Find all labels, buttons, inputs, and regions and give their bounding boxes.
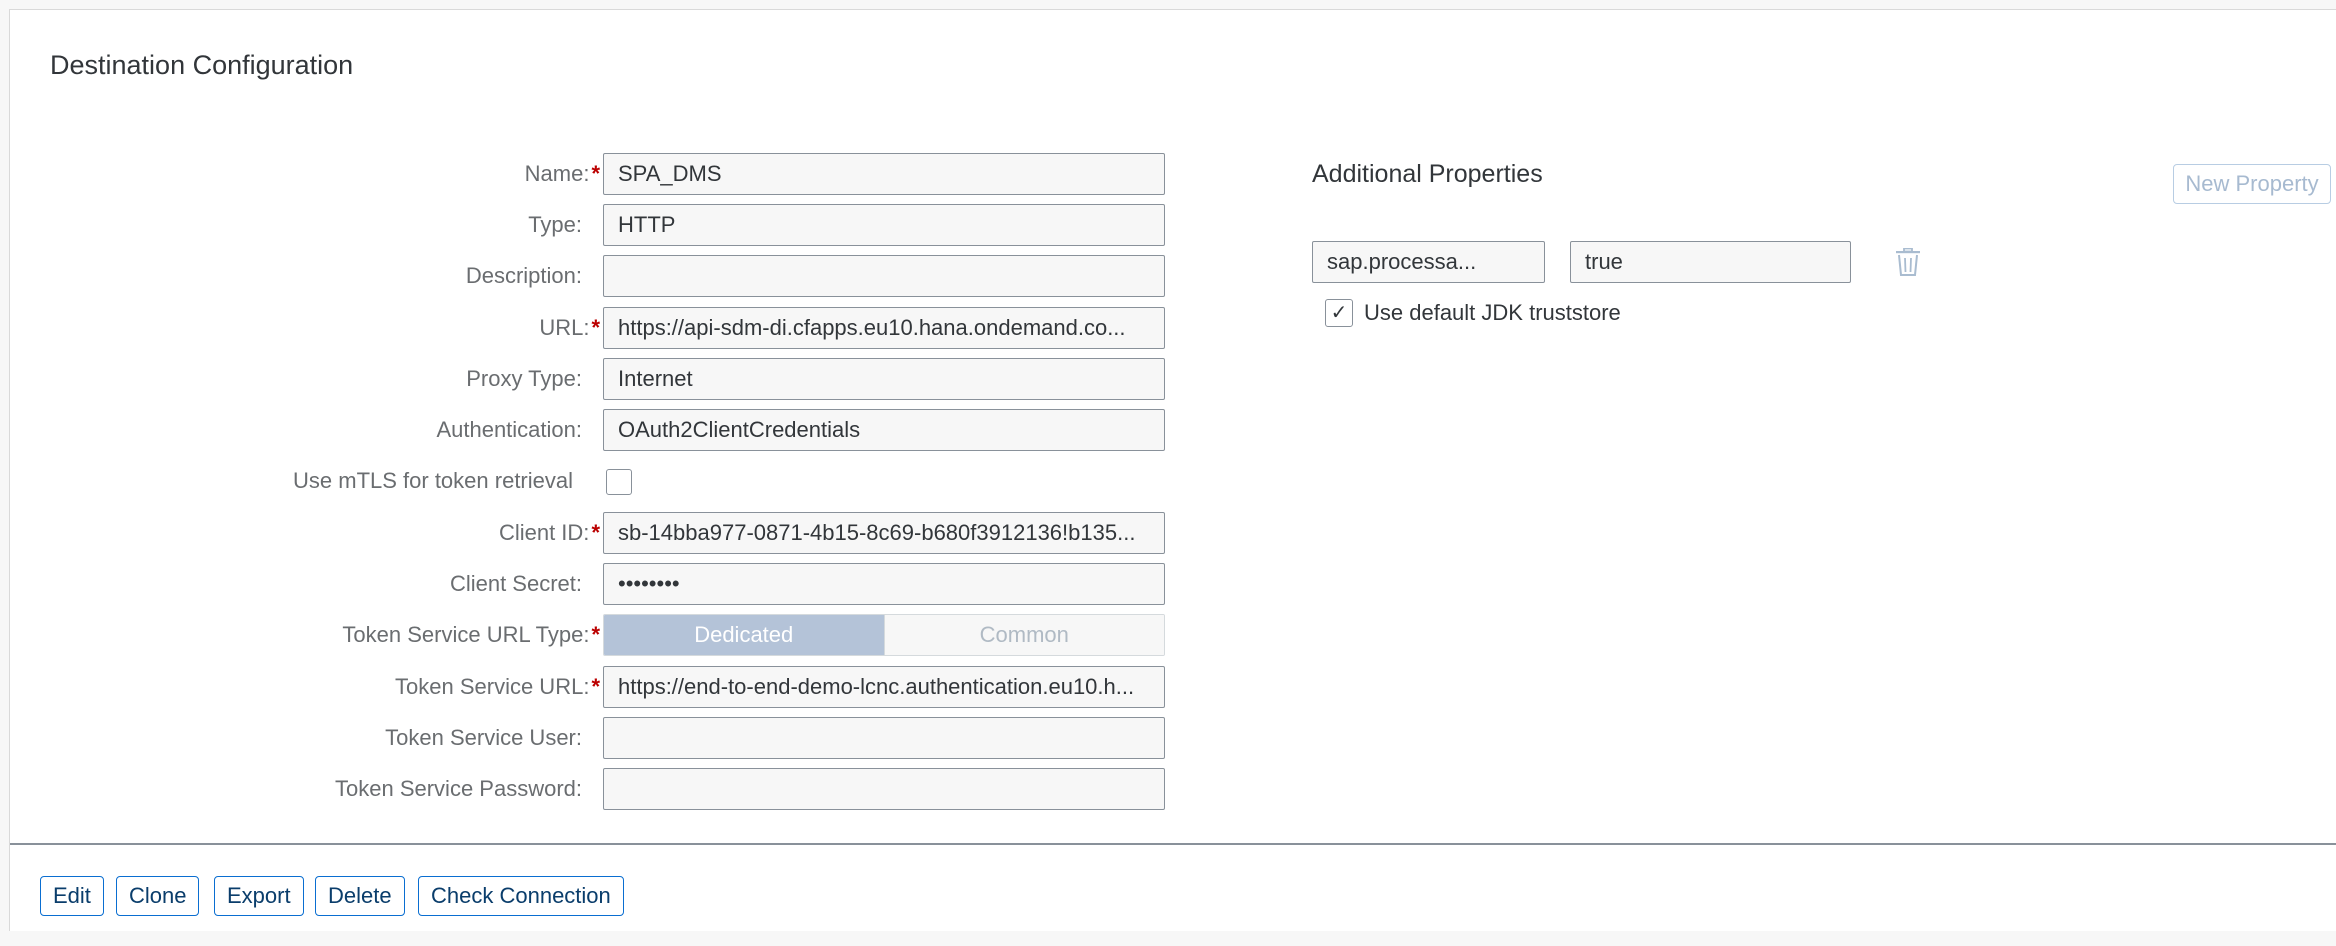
- form-row-mtls: Use mTLS for token retrieval: [10, 460, 1180, 502]
- dedicated-option[interactable]: Dedicated: [604, 615, 884, 655]
- name-label: Name:*: [524, 161, 600, 186]
- jdk-truststore-checkbox[interactable]: ✓: [1325, 299, 1353, 327]
- url-input[interactable]: https://api-sdm-di.cfapps.eu10.hana.onde…: [603, 307, 1165, 349]
- description-label: Description:: [465, 263, 582, 288]
- check-connection-button[interactable]: Check Connection: [418, 876, 624, 916]
- export-button[interactable]: Export: [214, 876, 304, 916]
- common-option[interactable]: Common: [883, 615, 1164, 655]
- form-row-token-service-user: Token Service User:: [10, 717, 1180, 759]
- form-row-proxy-type: Proxy Type: Internet: [10, 358, 1180, 400]
- client-id-input[interactable]: sb-14bba977-0871-4b15-8c69-b680f3912136!…: [603, 512, 1165, 554]
- form-row-client-secret: Client Secret: ••••••••: [10, 563, 1180, 605]
- edit-button[interactable]: Edit: [40, 876, 104, 916]
- property-key-input[interactable]: sap.processa...: [1312, 241, 1545, 283]
- form-row-type: Type: HTTP: [10, 204, 1180, 246]
- type-select[interactable]: HTTP: [603, 204, 1165, 246]
- jdk-truststore-label: Use default JDK truststore: [1364, 300, 1621, 325]
- delete-button[interactable]: Delete: [315, 876, 405, 916]
- form-row-description: Description:: [10, 255, 1180, 297]
- additional-properties-title: Additional Properties: [1312, 160, 1543, 188]
- proxy-type-select[interactable]: Internet: [603, 358, 1165, 400]
- token-service-user-label: Token Service User:: [385, 725, 582, 750]
- form-row-url: URL:* https://api-sdm-di.cfapps.eu10.han…: [10, 307, 1180, 349]
- form-row-token-service-url-type: Token Service URL Type:* Dedicated Commo…: [10, 614, 1180, 656]
- new-property-button[interactable]: New Property: [2173, 164, 2331, 204]
- token-service-url-type-label: Token Service URL Type:*: [342, 622, 600, 647]
- mtls-checkbox[interactable]: [606, 469, 632, 495]
- type-label: Type:: [528, 212, 582, 237]
- authentication-select[interactable]: OAuth2ClientCredentials: [603, 409, 1165, 451]
- token-service-url-type-toggle: Dedicated Common: [603, 614, 1165, 656]
- footer-toolbar: Edit Clone Export Delete Check Connectio…: [10, 845, 2336, 931]
- token-service-url-label: Token Service URL:*: [395, 674, 600, 699]
- form-row-name: Name:* SPA_DMS: [10, 153, 1180, 195]
- client-secret-input[interactable]: ••••••••: [603, 563, 1165, 605]
- property-value-input[interactable]: true: [1570, 241, 1851, 283]
- authentication-label: Authentication:: [436, 417, 582, 442]
- token-service-password-label: Token Service Password:: [335, 776, 582, 801]
- mtls-label: Use mTLS for token retrieval: [293, 468, 573, 493]
- client-id-label: Client ID:*: [498, 520, 600, 545]
- proxy-type-label: Proxy Type:: [466, 366, 582, 391]
- token-service-url-input[interactable]: https://end-to-end-demo-lcnc.authenticat…: [603, 666, 1165, 708]
- clone-button[interactable]: Clone: [116, 876, 200, 916]
- form-row-token-service-url: Token Service URL:* https://end-to-end-d…: [10, 666, 1180, 708]
- client-secret-label: Client Secret:: [449, 571, 582, 596]
- token-service-user-input[interactable]: [603, 717, 1165, 759]
- form-row-authentication: Authentication: OAuth2ClientCredentials: [10, 409, 1180, 451]
- form-row-client-id: Client ID:* sb-14bba977-0871-4b15-8c69-b…: [10, 512, 1180, 554]
- url-label: URL:*: [539, 315, 600, 340]
- trash-icon[interactable]: [1895, 248, 1921, 276]
- description-input[interactable]: [603, 255, 1165, 297]
- name-input[interactable]: SPA_DMS: [603, 153, 1165, 195]
- form-row-token-service-password: Token Service Password:: [10, 768, 1180, 810]
- destination-panel: Destination Configuration Name:* SPA_DMS…: [9, 9, 2336, 931]
- token-service-password-input[interactable]: [603, 768, 1165, 810]
- page-title: Destination Configuration: [50, 50, 354, 80]
